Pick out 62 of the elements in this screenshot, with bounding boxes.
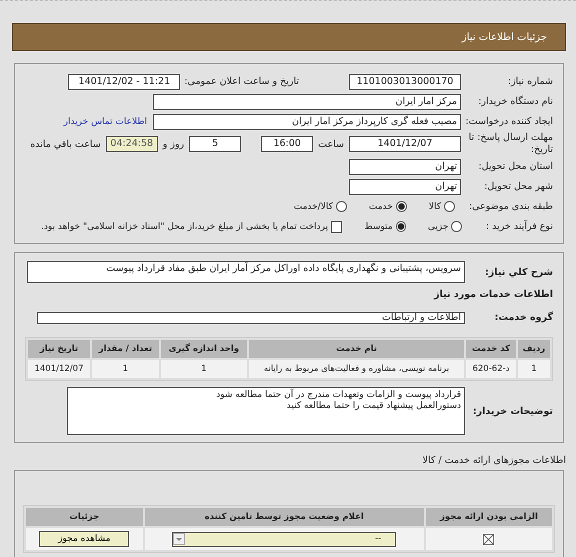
field-label: نوع فرآیند خرید : (484, 221, 553, 232)
radio-button[interactable] (396, 221, 406, 232)
days-field: 5 (189, 136, 242, 152)
deadline-date-field: 1401/12/07 (349, 136, 461, 152)
table-cell: برنامه نویسی، مشاوره و فعالیت‌های مربوط به رایانه (248, 360, 464, 378)
table-cell: 1 (518, 360, 550, 378)
need-number-field: 1101003013000170 (349, 74, 461, 90)
deadline-time-field: 16:00 (261, 136, 314, 152)
radio-label: خدمت (368, 202, 393, 212)
service-group-field: اطلاعات و ارتباطات (37, 312, 465, 324)
buyer-field: مرکز امار ایران (153, 94, 461, 110)
field-label: استان محل تحویل: (477, 161, 553, 172)
header-title: جزئیات اطلاعات نیاز (462, 32, 547, 42)
column-header: نام خدمت (248, 340, 464, 358)
radio-label: متوسط (364, 222, 393, 232)
table-cell: د-62-620 (466, 360, 516, 378)
radio-button[interactable] (336, 201, 347, 212)
table-cell: 1401/12/07 (28, 360, 90, 378)
field-label: طبقه بندی موضوعی: (468, 201, 553, 212)
field-label: نام دستگاه خریدار: (477, 96, 553, 107)
radio-label: جزیی (428, 222, 448, 232)
field-label: ساعت (318, 138, 344, 150)
status-dropdown[interactable]: -- (172, 532, 396, 546)
column-header: ردیف (518, 340, 550, 358)
creator-field: مصیب فعله گری کارپرداز مرکز امار ایران (153, 114, 461, 130)
field-label: شرح کلي نیاز: (484, 266, 553, 278)
radio-label: کالا/خدمت (294, 202, 333, 212)
column-header: کد خدمت (466, 340, 516, 358)
table-cell: 1 (92, 360, 159, 378)
field-label: گروه خدمت: (494, 312, 553, 323)
radio-label: کالا (428, 202, 441, 212)
field-label: ساعت باقي مانده (30, 138, 101, 150)
view-permit-button[interactable]: مشاهده مجوز (39, 531, 130, 547)
field-label: مهلت ارسال پاسخ: تا تاریخ: (468, 132, 553, 156)
field-label: شماره نیاز: (506, 76, 553, 87)
field-label: روز و (162, 138, 184, 150)
note-line: قرارداد پیوست و الزامات وتعهدات مندرج در آن حتما مطالعه شود (215, 390, 461, 401)
checkbox[interactable] (331, 220, 342, 232)
radio-button[interactable] (444, 201, 455, 212)
announce-date-field: 1401/12/02 - 11:21 (68, 74, 180, 90)
table-cell: 1 (160, 360, 247, 378)
city-field: تهران (349, 178, 461, 194)
radio-button[interactable] (396, 201, 407, 212)
section-heading: اطلاعات خدمات مورد نیاز (432, 289, 553, 300)
note-line: دستورالعمل پیشنهاد قیمت را حتما مطالعه کنید (286, 401, 461, 412)
column-header: اعلام وضعیت مجوز توسط تامین کننده (144, 508, 424, 526)
field-label: توضیحات خریدار: (472, 406, 553, 416)
contact-link[interactable]: اطلاعات تماس خریدار (64, 116, 147, 126)
column-header: جزئیات (26, 508, 143, 526)
province-field: تهران (349, 158, 461, 174)
radio-button[interactable] (451, 221, 462, 232)
column-header: تاریخ نیاز (28, 340, 90, 358)
field-label: شهر محل تحویل: (483, 181, 553, 192)
remaining-time-field: 04:24:58 (106, 136, 158, 152)
section-heading: اطلاعات مجوزهای ارائه خدمت / کالا (422, 455, 566, 466)
column-header: تعداد / مقدار (92, 340, 159, 358)
description-field: سرویس، پشتیبانی و نگهداری پایگاه داده اوراکل مرکز آمار ایران طبق مفاد قرارداد پیوست (27, 261, 465, 283)
field-label: تاریخ و ساعت اعلان عمومی: (184, 76, 299, 87)
checkbox-label: پرداخت تمام یا بخشی از مبلغ خرید،از محل "اسناد خزانه اسلامی" خواهد بود. (41, 222, 328, 232)
column-header: واحد اندازه گیری (160, 340, 247, 358)
field-label: ایجاد کننده درخواست: (464, 116, 553, 127)
column-header: الزامی بودن ارائه مجوز (426, 508, 552, 526)
